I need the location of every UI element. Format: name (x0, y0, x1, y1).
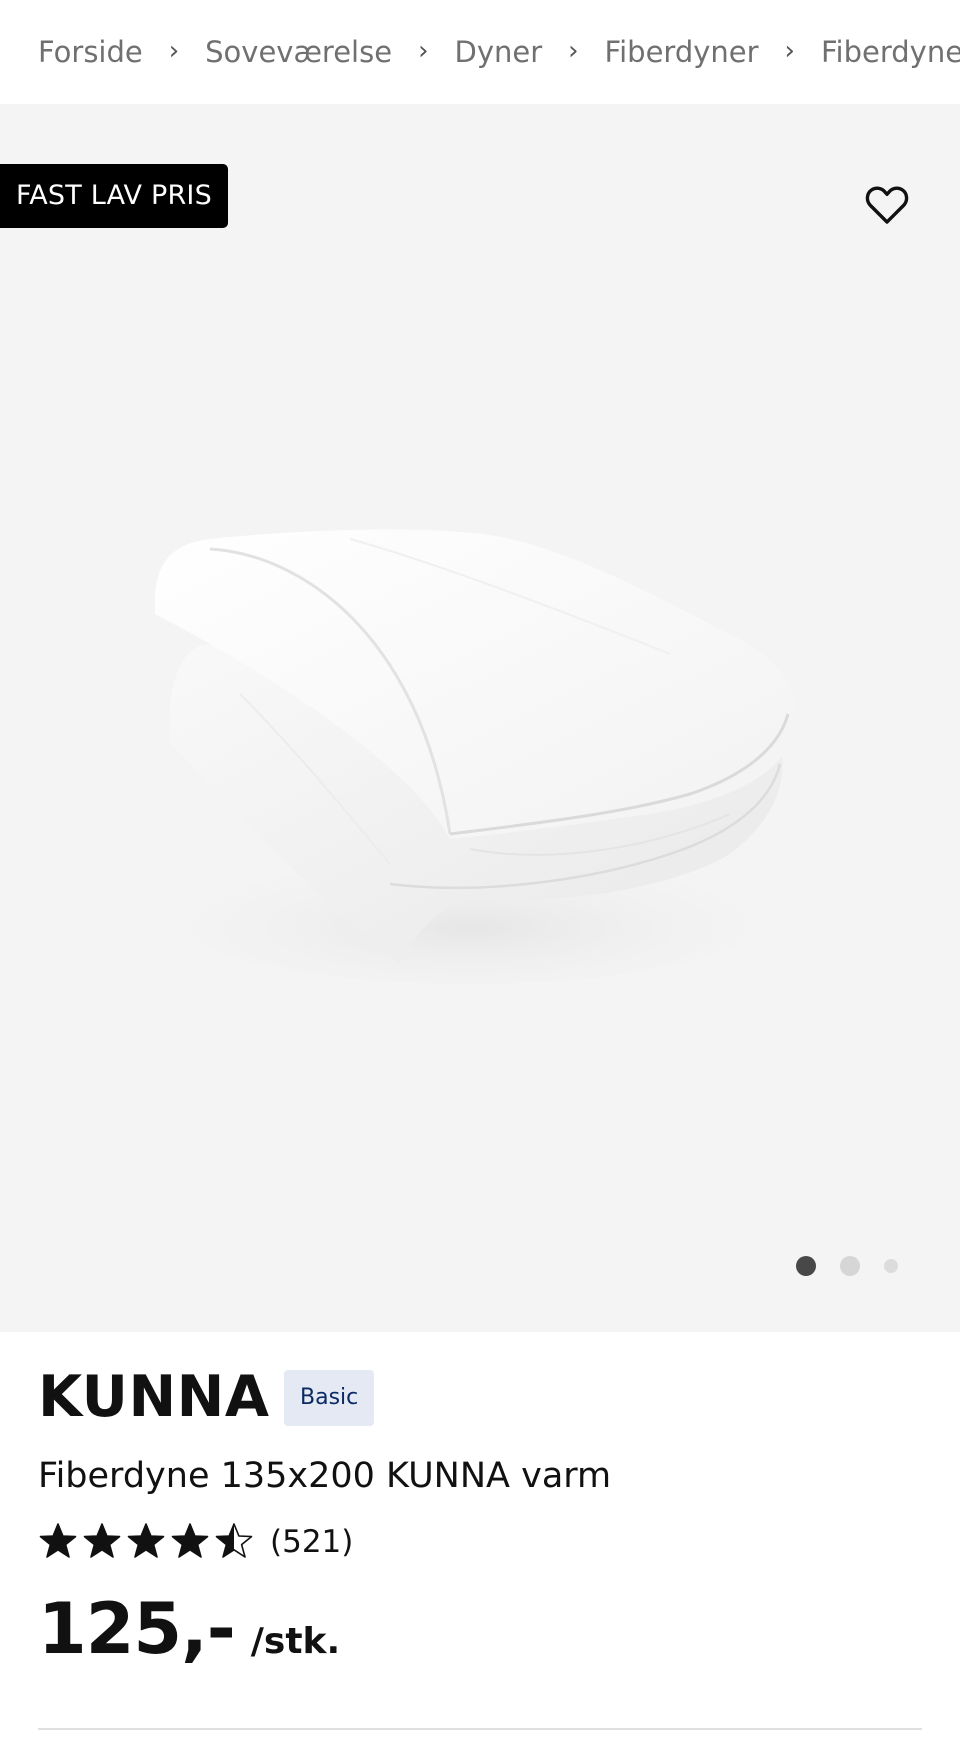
price-badge: FAST LAV PRIS (0, 164, 228, 228)
duvet-product-image (155, 529, 798, 984)
chevron-right-icon: › (784, 36, 795, 66)
rating-summary[interactable]: (521) (38, 1520, 353, 1564)
price-unit: /stk. (250, 1621, 341, 1662)
breadcrumb-link-dyner[interactable]: Dyner (454, 35, 542, 69)
gallery-dot-active[interactable] (796, 1256, 816, 1276)
breadcrumb: Forside › Soveværelse › Dyner › Fiberdyn… (0, 0, 960, 104)
gallery-pagination (0, 1250, 960, 1280)
price-value: 125,- (38, 1588, 236, 1670)
star-full-icon (39, 1523, 77, 1558)
chevron-right-icon: › (418, 36, 429, 66)
price: 125,- /stk. (38, 1588, 340, 1670)
heart-outline-icon (865, 186, 909, 224)
product-tag: Basic (284, 1370, 375, 1426)
star-full-icon (127, 1523, 165, 1558)
gallery-dot[interactable] (884, 1259, 898, 1273)
chevron-right-icon: › (568, 36, 579, 66)
breadcrumb-link-sovevaerelse[interactable]: Soveværelse (205, 35, 392, 69)
divider (38, 1728, 922, 1730)
chevron-right-icon: › (168, 36, 180, 66)
star-full-icon (83, 1523, 121, 1558)
rating-stars (38, 1522, 258, 1562)
star-full-icon (171, 1523, 209, 1558)
review-count: (521) (270, 1524, 354, 1560)
product-image-gallery[interactable]: FAST LAV PRIS (0, 104, 960, 1332)
favorite-button[interactable] (861, 179, 913, 231)
breadcrumb-link-fiberdyner[interactable]: Fiberdyner (605, 35, 759, 69)
star-half-icon (215, 1523, 253, 1558)
product-brand: KUNNA (38, 1364, 270, 1430)
gallery-dot[interactable] (840, 1256, 860, 1276)
breadcrumb-link-current[interactable]: Fiberdyne 13 (821, 35, 960, 69)
breadcrumb-link-forside[interactable]: Forside (38, 35, 143, 69)
product-name: Fiberdyne 135x200 KUNNA varm (38, 1456, 612, 1496)
